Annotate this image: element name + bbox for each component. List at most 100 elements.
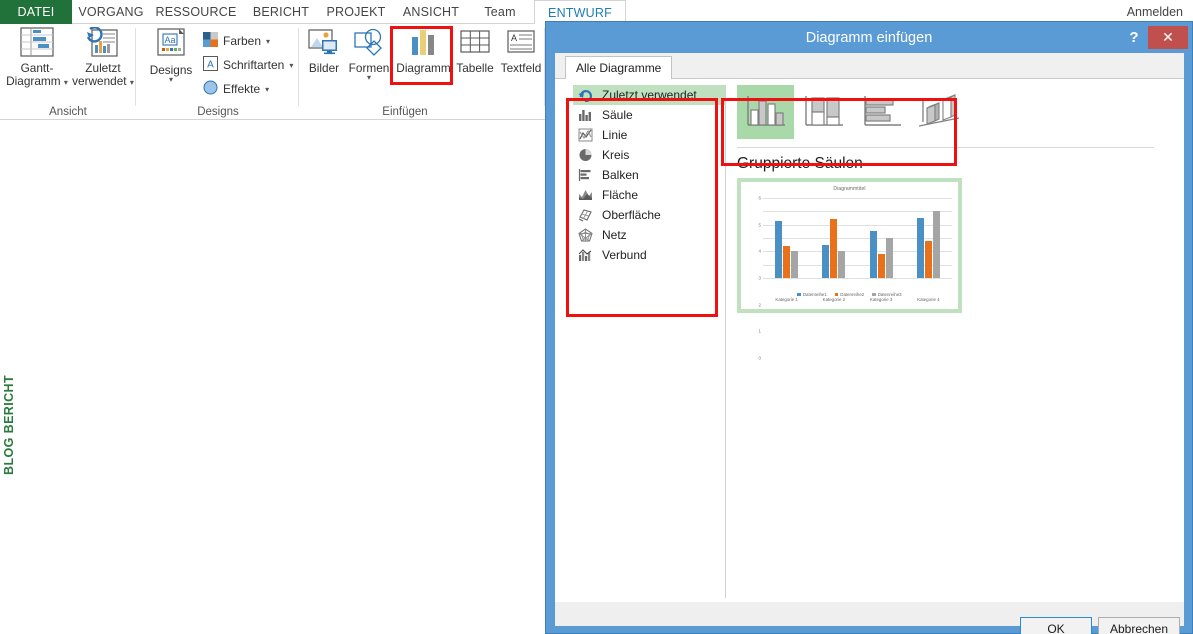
ok-label: OK xyxy=(1047,621,1065,634)
effekte-button[interactable]: Effekte ▾ xyxy=(203,80,269,98)
formen-button[interactable]: Formen ▾ xyxy=(346,27,392,82)
tab-label: Alle Diagramme xyxy=(576,61,662,75)
chart-y-tick-label: 6 xyxy=(758,195,761,201)
shapes-icon xyxy=(353,27,385,60)
textfeld-label: Textfeld xyxy=(500,61,542,75)
ribbon-group-einfuegen: Bilder Formen ▾ Diagramm Tabelle A Textf… xyxy=(300,24,545,120)
chart-type-oberflaeche[interactable]: Oberfläche xyxy=(573,205,725,225)
effects-icon xyxy=(203,80,218,98)
group-label-einfuegen: Einfügen xyxy=(382,106,428,118)
designs-button[interactable]: Aa Designs ▾ xyxy=(143,27,199,84)
gantt-chart-icon xyxy=(20,27,54,60)
chart-type-label: Linie xyxy=(602,128,628,142)
bilder-label: Bilder xyxy=(308,61,340,75)
bilder-button[interactable]: Bilder xyxy=(302,27,346,75)
ribbon-tab-vorgang[interactable]: VORGANG xyxy=(72,0,150,24)
group-separator xyxy=(298,28,299,106)
line-icon xyxy=(577,127,594,143)
dialog-title: Diagramm einfügen xyxy=(546,22,1192,53)
diagramm-button[interactable]: Diagramm xyxy=(395,27,452,75)
chevron-down-icon[interactable]: ▾ xyxy=(289,61,293,70)
zuletzt-verwendet-label-2: verwendet ▾ xyxy=(72,74,134,88)
help-icon[interactable]: ? xyxy=(1123,27,1145,48)
chart-x-tick-label: Kategorie 3 xyxy=(869,297,893,302)
chart-x-tick-label: Kategorie 1 xyxy=(775,297,798,302)
chart-bar xyxy=(775,220,783,278)
ribbon-tab-label: DATEI xyxy=(17,5,55,19)
recently-used-view-icon xyxy=(86,26,120,60)
ribbon-tab-datei[interactable]: DATEI xyxy=(0,0,72,24)
close-icon[interactable]: ✕ xyxy=(1148,26,1188,49)
ribbon-tab-label: BERICHT xyxy=(252,5,310,19)
textfeld-button[interactable]: A Textfeld xyxy=(498,27,544,75)
chart-type-zuletzt-verwendet[interactable]: Zuletzt verwendet xyxy=(573,85,725,105)
ribbon-tab-label: ANSICHT xyxy=(402,5,460,19)
chart-x-tick-label: Kategorie 2 xyxy=(822,297,846,302)
tabelle-button[interactable]: Tabelle xyxy=(452,27,498,75)
effekte-label: Effekte xyxy=(223,82,261,96)
chart-type-netz[interactable]: Netz xyxy=(573,225,725,245)
chevron-down-icon[interactable]: ▾ xyxy=(265,85,269,94)
chart-type-label: Säule xyxy=(602,108,633,122)
chart-preview[interactable]: Diagrammtitel 0 1 2 3 4 5 6 Kategorie 1 Kategori… xyxy=(737,178,962,361)
application-window: DATEI VORGANG RESSOURCE BERICHT PROJEKT … xyxy=(0,0,1193,634)
svg-text:A: A xyxy=(207,60,214,71)
chart-type-label: Oberfläche xyxy=(602,208,661,222)
chart-bar xyxy=(924,240,932,278)
chart-x-tick-label: Kategorie 4 xyxy=(917,297,940,302)
dialog-tab-strip: Alle Diagramme xyxy=(555,53,1184,80)
chart-type-verbund[interactable]: Verbund xyxy=(573,245,725,265)
gantt-diagramm-label-2: Diagramm ▾ xyxy=(6,74,68,88)
help-glyph: ? xyxy=(1129,29,1139,46)
column-3d-thumbnail-icon xyxy=(918,94,959,127)
chart-title: Diagrammtitel xyxy=(833,186,866,192)
chart-plot-area: 0 1 2 3 4 5 6 Kategorie 1 Kategorie 2 Kategorie 3… xyxy=(759,196,952,361)
zuletzt-verwendet-button[interactable]: Zuletzt verwendet ▾ xyxy=(70,26,136,89)
subtype-3d-column[interactable] xyxy=(911,85,968,139)
chevron-down-icon[interactable]: ▾ xyxy=(266,37,270,46)
chart-bar xyxy=(791,251,799,278)
designs-dropdown-caret[interactable]: ▾ xyxy=(169,76,173,84)
dialog-content: Zuletzt verwendet Säule Linie Kreis Balk… xyxy=(555,79,1184,607)
chart-gridline: 0 xyxy=(759,278,952,361)
column-icon xyxy=(577,107,594,123)
farben-button[interactable]: Farben ▾ xyxy=(203,32,270,50)
chart-legend-item: Datenreihe3 xyxy=(872,292,902,297)
dialog-body: Alle Diagramme Zuletzt verwendet Säule L… xyxy=(555,53,1184,626)
tab-alle-diagramme[interactable]: Alle Diagramme xyxy=(565,56,673,80)
chart-type-flaeche[interactable]: Fläche xyxy=(573,185,725,205)
sign-in-label: Anmelden xyxy=(1126,5,1183,19)
radar-icon xyxy=(577,227,594,243)
schriftarten-button[interactable]: A Schriftarten ▾ xyxy=(203,56,293,74)
chart-legend-swatch xyxy=(872,292,876,297)
ribbon-group-designs: Aa Designs ▾ Farben ▾ A Schriftarten ▾ E… xyxy=(137,24,299,120)
chart-category-group xyxy=(810,198,857,278)
chart-type-linie[interactable]: Linie xyxy=(573,125,725,145)
subtype-clustered-bar[interactable] xyxy=(853,85,910,139)
formen-dropdown-caret[interactable]: ▾ xyxy=(367,74,371,82)
chart-type-saeule[interactable]: Säule xyxy=(573,105,725,125)
chart-type-balken[interactable]: Balken xyxy=(573,165,725,185)
chart-type-label: Netz xyxy=(602,228,627,242)
ribbon-tab-bericht[interactable]: BERICHT xyxy=(242,0,320,24)
subtype-separator xyxy=(737,147,1154,148)
chart-legend-swatch xyxy=(834,292,839,297)
surface-icon xyxy=(577,207,594,223)
gantt-diagramm-button[interactable]: Gantt- Diagramm ▾ xyxy=(4,27,70,89)
ribbon-tab-ansicht[interactable]: ANSICHT xyxy=(392,0,470,24)
ok-button[interactable]: OK xyxy=(1020,617,1092,634)
ribbon-tab-ressource[interactable]: RESSOURCE xyxy=(150,0,242,24)
subtype-stacked-column[interactable] xyxy=(795,85,852,139)
farben-label: Farben xyxy=(223,34,262,48)
ribbon-tab-team[interactable]: Team xyxy=(470,0,530,24)
area-icon xyxy=(577,187,594,203)
chart-y-tick-label: 5 xyxy=(758,222,761,228)
ribbon-tab-projekt[interactable]: PROJEKT xyxy=(320,0,392,24)
chart-type-kreis[interactable]: Kreis xyxy=(573,145,725,165)
cancel-button[interactable]: Abbrechen xyxy=(1098,617,1180,634)
subtype-clustered-column[interactable] xyxy=(737,85,794,139)
ribbon-tab-label: RESSOURCE xyxy=(155,5,237,19)
clustered-bar-thumbnail-icon xyxy=(863,96,901,126)
chart-y-tick-label: 0 xyxy=(758,355,761,361)
chart-category-group xyxy=(858,198,905,278)
